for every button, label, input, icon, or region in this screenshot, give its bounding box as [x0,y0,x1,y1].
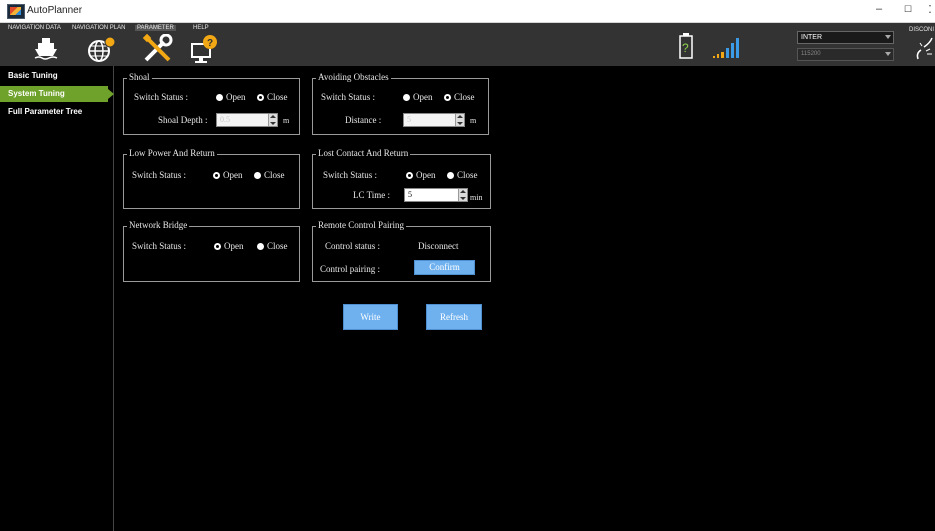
baud-rate-value: 115200 [801,51,821,57]
remote-pairing-group-title: Remote Control Pairing [316,220,406,230]
disconnect-label[interactable]: DISCONI [909,27,934,33]
stepper-arrows-icon[interactable] [268,114,277,126]
maximize-button[interactable]: ☐ [899,4,917,15]
shoal-depth-stepper[interactable]: 0.5 [216,113,278,127]
network-bridge-switch-label: Switch Status : [132,241,187,251]
lost-contact-switch-label: Switch Status : [323,170,378,180]
lc-time-label: LC Time : [353,190,391,200]
signal-strength-icon [713,38,739,58]
network-bridge-close-label: Close [267,241,288,251]
avoiding-distance-value: 5 [407,115,411,124]
lost-contact-open-label: Open [416,170,436,180]
low-power-switch-label: Switch Status : [132,170,187,180]
lost-contact-close-radio[interactable] [447,172,454,179]
shoal-depth-label: Shoal Depth : [158,115,208,125]
low-power-open-label: Open [223,170,243,180]
shoal-switch-label: Switch Status : [134,92,189,102]
sidebar-item-full-parameter-tree[interactable]: Full Parameter Tree [0,104,108,120]
chevron-down-icon [885,52,891,56]
network-bridge-open-radio[interactable] [214,243,221,250]
remote-control-pairing-group: Remote Control Pairing Control status : … [312,220,491,282]
refresh-button[interactable]: Refresh [426,304,482,330]
title-bar: AutoPlanner – ☐ ⁚ [0,0,935,23]
shoal-depth-value: 0.5 [220,115,230,124]
app-logo-icon [7,4,25,19]
mode-select[interactable]: INTER [797,31,894,44]
shoal-open-label: Open [226,92,246,102]
shoal-close-label: Close [267,92,288,102]
stepper-arrows-icon[interactable] [455,114,464,126]
lost-contact-open-radio[interactable] [406,172,413,179]
low-power-close-radio[interactable] [254,172,261,179]
sidebar-item-system-tuning[interactable]: System Tuning [0,86,114,102]
control-pairing-label: Control pairing : [320,264,380,274]
network-bridge-open-label: Open [224,241,244,251]
lc-time-stepper[interactable]: 5 [404,188,468,202]
low-power-group-title: Low Power And Return [127,148,217,158]
avoiding-distance-label: Distance : [345,115,382,125]
low-power-close-label: Close [264,170,285,180]
system-tuning-panel: Shoal Switch Status : Open Close Shoal D… [114,66,935,531]
network-bridge-group: Network Bridge Switch Status : Open Clos… [123,220,300,282]
menu-navigation-plan[interactable]: NAVIGATION PLAN [72,25,125,31]
avoiding-distance-unit: m [470,116,477,125]
avoiding-distance-stepper[interactable]: 5 [403,113,465,127]
shoal-depth-unit: m [283,116,290,125]
menu-parameter[interactable]: PARAMETER [135,25,176,31]
avoiding-group-title: Avoiding Obstacles [316,72,391,82]
confirm-pairing-button[interactable]: Confirm [414,260,475,275]
avoiding-close-label: Close [454,92,475,102]
svg-text:?: ? [207,38,213,49]
shoal-open-radio[interactable] [216,94,223,101]
help-monitor-icon[interactable]: ? [190,34,218,64]
low-power-open-radio[interactable] [213,172,220,179]
control-status-value: Disconnect [418,241,459,251]
mode-select-value: INTER [801,34,822,41]
stepper-arrows-icon[interactable] [458,189,467,201]
sidebar-item-basic-tuning[interactable]: Basic Tuning [0,68,108,84]
tools-icon[interactable] [142,34,174,64]
control-status-label: Control status : [325,241,381,251]
lost-contact-return-group: Lost Contact And Return Switch Status : … [312,148,491,209]
menu-help[interactable]: HELP [193,25,209,31]
write-button[interactable]: Write [343,304,398,330]
close-button-partial[interactable]: ⁚ [925,3,935,16]
network-bridge-group-title: Network Bridge [127,220,190,230]
lost-contact-group-title: Lost Contact And Return [316,148,411,158]
shoal-group-title: Shoal [127,72,152,82]
window-title: AutoPlanner [27,5,83,16]
shoal-group: Shoal Switch Status : Open Close Shoal D… [123,72,300,135]
low-power-return-group: Low Power And Return Switch Status : Ope… [123,148,300,209]
avoiding-open-label: Open [413,92,433,102]
lc-time-unit: min [470,193,483,202]
sidebar: Basic Tuning System Tuning Full Paramete… [0,66,114,531]
minimize-button[interactable]: – [870,3,888,15]
avoiding-open-radio[interactable] [403,94,410,101]
svg-text:?: ? [682,41,689,55]
avoiding-switch-label: Switch Status : [321,92,376,102]
menu-navigation-data[interactable]: NAVIGATION DATA [8,25,61,31]
lost-contact-close-label: Close [457,170,478,180]
main-toolbar: NAVIGATION DATA NAVIGATION PLAN PARAMETE… [0,23,935,66]
lc-time-value: 5 [408,190,412,199]
ship-icon[interactable] [33,35,59,61]
network-bridge-close-radio[interactable] [257,243,264,250]
disconnect-plug-icon[interactable] [914,37,935,61]
battery-unknown-icon: ? [679,33,693,59]
shoal-close-radio[interactable] [257,94,264,101]
avoiding-obstacles-group: Avoiding Obstacles Switch Status : Open … [312,72,489,135]
baud-rate-select[interactable]: 115200 [797,48,894,61]
avoiding-close-radio[interactable] [444,94,451,101]
globe-icon[interactable] [86,35,116,63]
chevron-down-icon [885,35,891,39]
